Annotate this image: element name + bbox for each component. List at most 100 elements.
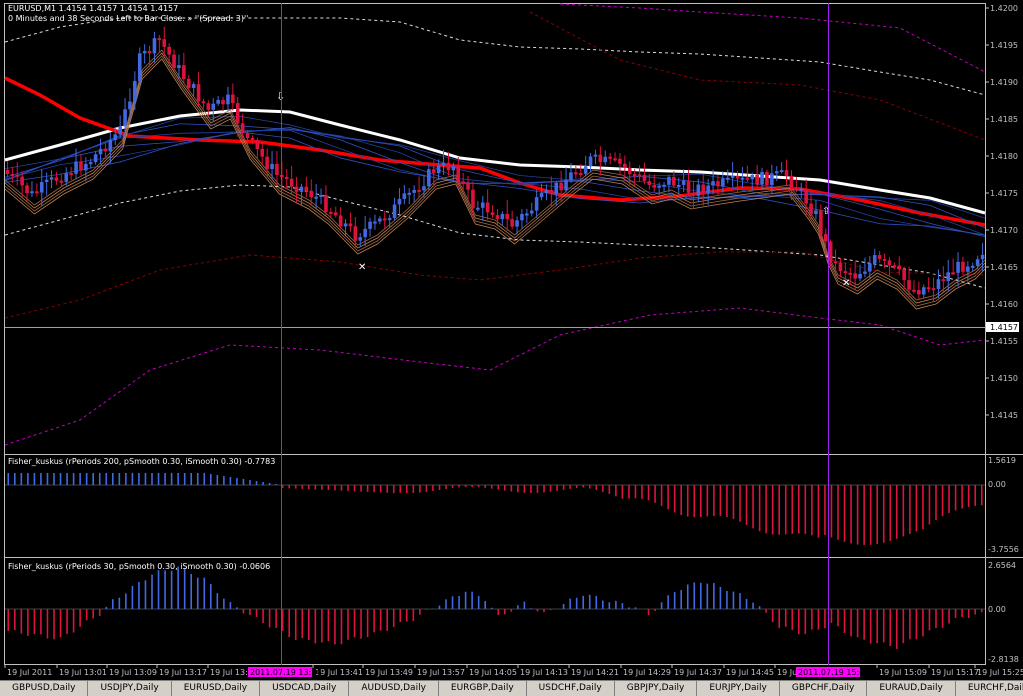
indicator2-bar <box>164 570 166 609</box>
indicator1-bar <box>765 485 767 533</box>
candle-body <box>545 190 549 193</box>
indicator1-bar <box>876 485 878 544</box>
candle-body <box>432 169 436 173</box>
indicator2-bar <box>145 580 147 609</box>
candle-body <box>104 149 108 152</box>
candle-body <box>599 155 603 162</box>
indicator1-bar <box>720 485 722 516</box>
candle-body <box>412 190 416 193</box>
indicator1-bar <box>693 485 695 517</box>
chart-tab[interactable]: EURCHF,Daily <box>956 681 1023 696</box>
time-axis-label: 19 Jul 14:21 <box>571 668 619 677</box>
time-axis-label: 19 Jul 14:37 <box>674 668 722 677</box>
indicator2-axis-zero: 0.00 <box>988 605 1006 614</box>
indicator2-bar <box>720 587 722 609</box>
candle-body <box>589 156 593 166</box>
chart-tab[interactable]: EURGBP,Daily <box>439 681 527 696</box>
candle-body <box>422 186 426 190</box>
candle-body <box>50 177 54 179</box>
indicator2-bar <box>726 591 728 609</box>
indicator2-bar <box>282 609 284 631</box>
indicator2-axis-top: 2.6564 <box>988 561 1016 570</box>
indicator1-bar <box>86 473 88 485</box>
indicator1-bar <box>465 485 467 487</box>
indicator1-bar <box>641 485 643 499</box>
band-upper-magenta <box>560 4 985 72</box>
indicator2-bar <box>301 609 303 638</box>
ma-ribbon-line <box>5 53 985 303</box>
chart-tab[interactable]: EURUSD,Daily <box>172 681 260 696</box>
indicator2-bar <box>203 578 205 609</box>
candle-body <box>775 171 779 173</box>
indicator2-bar <box>426 609 428 610</box>
candle-body <box>883 259 887 261</box>
chart-tab[interactable]: GBPCHF,Daily <box>780 681 867 696</box>
indicator2-bar <box>582 596 584 609</box>
candle-body <box>35 191 39 193</box>
indicator1-bar <box>380 485 382 493</box>
indicator2-bar <box>929 609 931 630</box>
indicator1-bar <box>256 481 258 485</box>
indicator1-bar <box>243 479 245 485</box>
time-axis-label: 19 Jul 14:45 <box>726 668 774 677</box>
chart-canvas[interactable]: ✕✕⇩⇧ 1.42001.41951.41901.41851.41801.417… <box>0 0 1023 680</box>
indicator1-bar <box>177 473 179 485</box>
candle-body <box>295 187 299 192</box>
indicator1-bar <box>511 485 513 492</box>
indicator1-bar <box>883 485 885 543</box>
candle-body <box>741 178 745 180</box>
candle-body <box>265 157 269 169</box>
indicator2-bar <box>380 609 382 631</box>
chart-tab[interactable]: EURJPY,Daily <box>697 681 780 696</box>
chart-tab[interactable]: USDCHF,Daily <box>527 681 615 696</box>
indicator2-bar <box>805 609 807 634</box>
indicator2-bar <box>40 609 42 634</box>
indicator1-bar <box>164 473 166 485</box>
candle-body <box>285 177 289 179</box>
indicator2-bar <box>99 609 101 616</box>
candle-body <box>123 109 127 126</box>
indicator2-bar <box>818 609 820 630</box>
time-axis-label: 19 Jul 15:17 <box>931 668 979 677</box>
indicator2-bar <box>837 609 839 626</box>
indicator1-bar <box>360 485 362 492</box>
indicator2-bar <box>563 604 565 609</box>
price-axis-label: 1.4150 <box>990 374 1018 383</box>
indicator1-bar <box>948 485 950 513</box>
candle-body <box>682 181 686 185</box>
indicator1-bar <box>393 485 395 493</box>
indicator2-bar <box>595 596 597 609</box>
indicator2-label: Fisher_kuskus (rPeriods 30, pSmooth 0.30… <box>8 562 270 571</box>
candle-body <box>780 170 784 172</box>
indicator2-bar <box>73 609 75 633</box>
chart-tab[interactable]: EURAUD,Daily <box>867 681 955 696</box>
indicator2-bar <box>707 584 709 609</box>
chart-tab[interactable]: USDCAD,Daily <box>260 681 349 696</box>
candle-body <box>844 271 848 273</box>
indicator1-bar <box>14 473 16 485</box>
indicator2-bar <box>112 599 114 609</box>
chart-tab[interactable]: GBPUSD,Daily <box>0 681 88 696</box>
indicator1-bar <box>961 485 963 508</box>
indicator1-bar <box>713 485 715 516</box>
price-axis-label: 1.4165 <box>990 263 1018 272</box>
chart-tab[interactable]: AUDUSD,Daily <box>349 681 439 696</box>
indicator2-bar <box>151 575 153 609</box>
candle-body <box>133 81 137 102</box>
candle-body <box>608 157 612 159</box>
chart-tab[interactable]: USDJPY,Daily <box>88 681 171 696</box>
indicator1-bar <box>759 485 761 531</box>
indicator2-bar <box>961 609 963 617</box>
candle-body <box>785 170 789 176</box>
indicator1-bar <box>269 483 271 485</box>
indicator1-bar <box>622 485 624 499</box>
indicator1-bar <box>158 473 160 485</box>
indicator1-bar <box>648 485 650 500</box>
indicator2-bar <box>53 609 55 639</box>
chart-tab[interactable]: GBPJPY,Daily <box>615 681 698 696</box>
indicator1-bar <box>458 485 460 487</box>
candle-body <box>809 204 813 214</box>
indicator2-bar <box>27 609 29 636</box>
candle-body <box>652 185 656 188</box>
chart-window[interactable]: ✕✕⇩⇧ 1.42001.41951.41901.41851.41801.417… <box>0 0 1023 680</box>
